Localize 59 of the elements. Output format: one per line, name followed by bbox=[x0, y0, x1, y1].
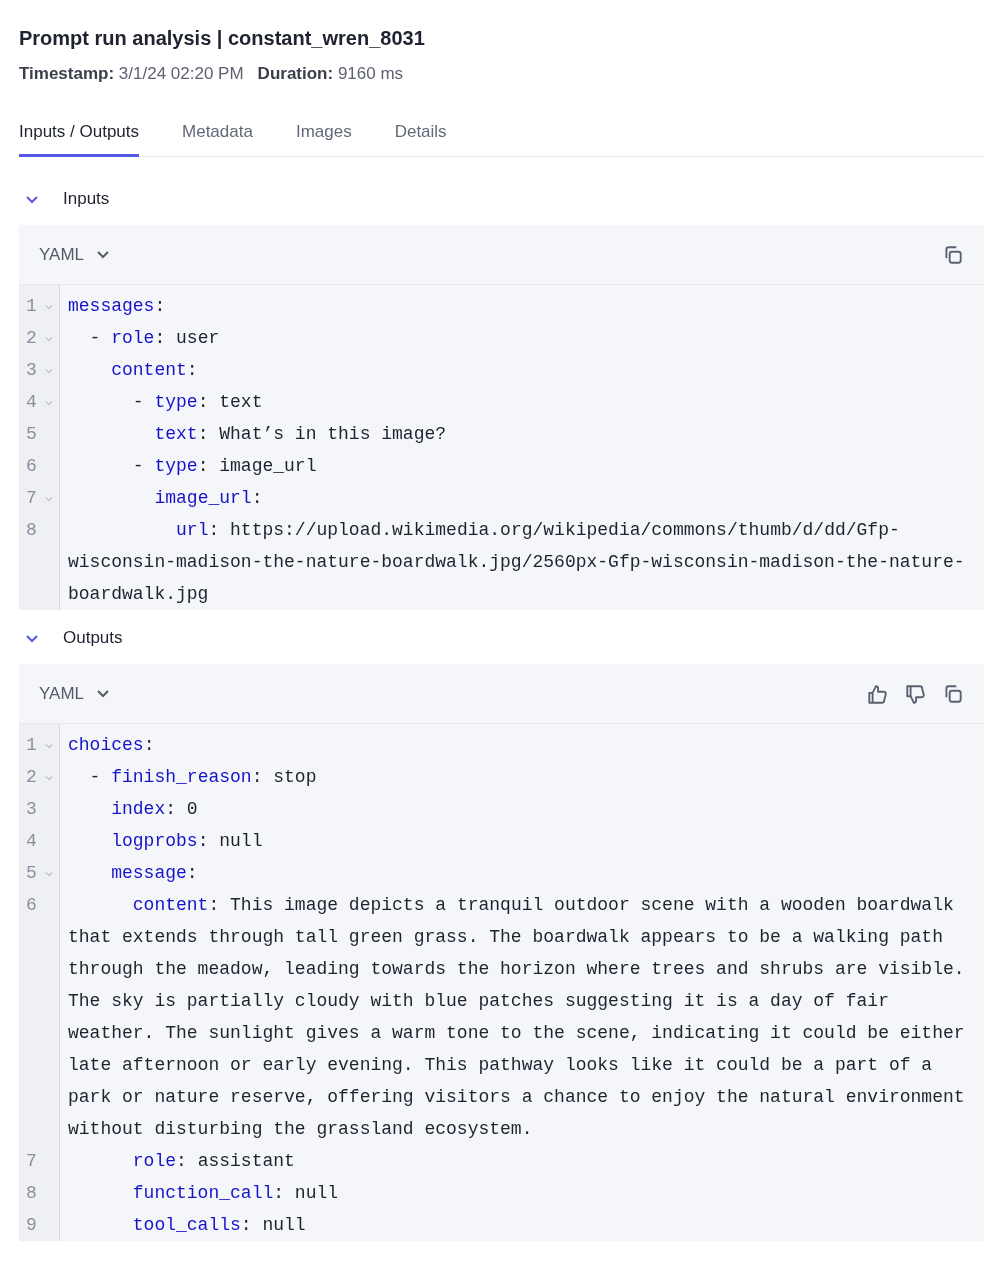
code-line: text: What’s in this image? bbox=[153, 423, 448, 446]
section-title: Outputs bbox=[63, 628, 123, 648]
meta-text: Duration: 9160 ms bbox=[257, 64, 404, 84]
code-line: index: 0 bbox=[110, 798, 199, 821]
tab[interactable]: Inputs / Outputs bbox=[19, 114, 139, 157]
line-number: 7 bbox=[26, 1150, 38, 1173]
line-number: 9 bbox=[26, 1214, 38, 1237]
line-number: 3 bbox=[26, 798, 38, 821]
fold-icon[interactable] bbox=[45, 367, 53, 375]
code-line: messages: bbox=[68, 295, 167, 318]
thumbs-up-icon[interactable] bbox=[866, 682, 888, 705]
line-number: 8 bbox=[26, 519, 38, 542]
code-line: content: bbox=[110, 359, 199, 382]
code-line: content: This image depicts a tranquil outdoor scene with a wooden boardwalk that extends through tall green grass. The boardwalk appears to be a walking path through the meadow, leading towards the horizon where trees and shrubs are visible. The sky is partially cloudy with blue patches suggesting it is a day of fair weather. The sunlight gives a warm tone to the scene, indicating it could be either late afternoon or early evening. This pathway looks like it could be a part of a park or nature reserve, offering visitors a chance to enjoy the natural environment without disturbing the grassland ecosystem. bbox=[68, 894, 966, 1141]
format-dropdown[interactable]: YAML bbox=[39, 683, 111, 704]
copy-icon[interactable] bbox=[942, 682, 964, 705]
code-line: function_call: null bbox=[131, 1182, 340, 1205]
line-number: 7 bbox=[26, 487, 38, 510]
code-line: - type: text bbox=[131, 391, 264, 414]
thumbs-down-icon[interactable] bbox=[904, 682, 926, 705]
copy-icon[interactable] bbox=[942, 243, 964, 266]
line-number: 1 bbox=[26, 734, 38, 757]
fold-icon[interactable] bbox=[45, 870, 53, 878]
line-number: 2 bbox=[26, 766, 38, 789]
code-line: - type: image_url bbox=[131, 455, 318, 478]
line-number: 2 bbox=[26, 327, 38, 350]
fold-icon[interactable] bbox=[45, 399, 53, 407]
code-line: tool_calls: null bbox=[131, 1214, 307, 1237]
code-line: role: assistant bbox=[131, 1150, 296, 1173]
fold-icon[interactable] bbox=[45, 742, 53, 750]
line-number: 5 bbox=[26, 423, 38, 446]
code-line: message: bbox=[110, 862, 199, 885]
fold-icon[interactable] bbox=[45, 303, 53, 311]
code-line: - finish_reason: stop bbox=[88, 766, 318, 789]
tab[interactable]: Details bbox=[394, 114, 447, 157]
fold-icon[interactable] bbox=[45, 335, 53, 343]
line-number: 8 bbox=[26, 1182, 38, 1205]
code-line: choices: bbox=[68, 734, 156, 757]
format-dropdown[interactable]: YAML bbox=[39, 244, 111, 265]
code-line: image_url: bbox=[153, 487, 264, 510]
code-line: logprobs: null bbox=[110, 830, 264, 853]
fold-icon[interactable] bbox=[45, 495, 53, 503]
fold-icon[interactable] bbox=[45, 774, 53, 782]
code-line: url: https://upload.wikimedia.org/wikipedia/commons/thumb/d/dd/Gfp-wisconsin-madison-the-nature-boardwalk.jpg/2560px-Gfp-wisconsin-madison-the-nature-boardwalk.jpg bbox=[68, 519, 966, 606]
line-number: 6 bbox=[26, 894, 38, 917]
caret-icon bbox=[96, 688, 111, 699]
line-number: 5 bbox=[26, 862, 38, 885]
page-title: Prompt run analysis | constant_wren_8031 bbox=[19, 26, 426, 51]
line-number: 6 bbox=[26, 455, 38, 478]
tab[interactable]: Metadata bbox=[182, 114, 253, 157]
line-number: 1 bbox=[26, 295, 38, 318]
line-number: 4 bbox=[26, 830, 38, 853]
meta-text: Timestamp: 3/1/24 02:20 PM bbox=[19, 64, 244, 84]
tab[interactable]: Images bbox=[295, 114, 352, 157]
line-number: 4 bbox=[26, 391, 38, 414]
caret-icon bbox=[96, 249, 111, 260]
section-title: Inputs bbox=[63, 189, 110, 209]
code-line: - role: user bbox=[88, 327, 221, 350]
line-number: 3 bbox=[26, 359, 38, 382]
